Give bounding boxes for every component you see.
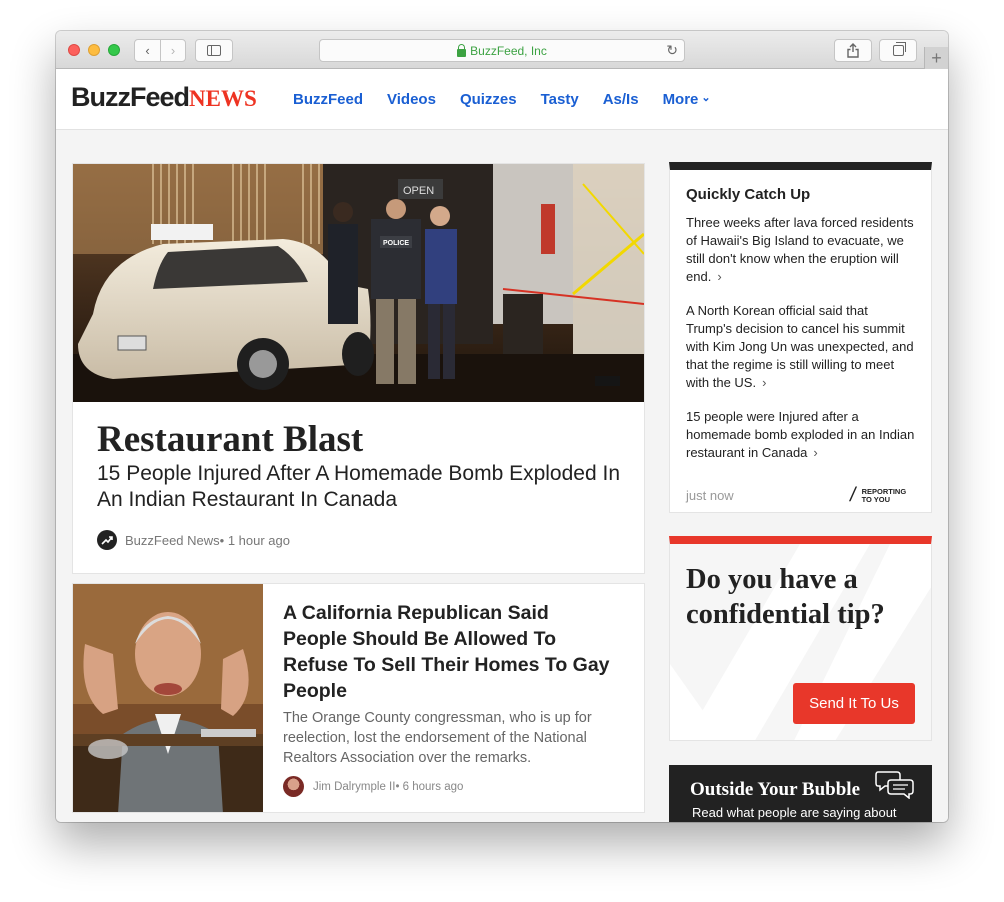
chevron-right-icon: › xyxy=(170,43,176,58)
reload-icon[interactable]: ↻ xyxy=(666,42,678,59)
address-bar[interactable]: BuzzFeed, Inc ↻ xyxy=(319,39,685,62)
catchup-item[interactable]: A North Korean official said that Trump'… xyxy=(686,302,916,392)
share-icon xyxy=(847,43,859,58)
back-button[interactable]: ‹ xyxy=(135,40,160,61)
feature-subtitle[interactable]: 15 People Injured After A Homemade Bomb … xyxy=(97,461,627,513)
feature-source[interactable]: BuzzFeed News xyxy=(125,533,220,548)
history-nav: ‹ › xyxy=(134,39,186,62)
reporting-label: REPORTING TO YOU xyxy=(861,487,907,504)
nav-tasty[interactable]: Tasty xyxy=(541,91,579,108)
catchup-heading: Quickly Catch Up xyxy=(686,186,811,203)
url-text: BuzzFeed, Inc xyxy=(470,43,547,58)
sidebar-toggle-button[interactable] xyxy=(195,39,233,62)
feature-story-card[interactable]: OPEN POLICE Restaurant Blast 15 People I… xyxy=(72,163,645,574)
logo-main: BuzzFeed xyxy=(71,82,190,112)
sidebar-icon xyxy=(207,45,221,56)
close-window-button[interactable] xyxy=(68,44,80,56)
catchup-item[interactable]: 15 people were Injured after a homemade … xyxy=(686,408,916,462)
feature-title[interactable]: Restaurant Blast xyxy=(97,418,363,461)
outside-your-bubble-card[interactable]: Outside Your Bubble Read what people are… xyxy=(669,765,932,822)
nav-videos[interactable]: Videos xyxy=(387,91,436,108)
story-card[interactable]: A California Republican Said People Shou… xyxy=(72,583,645,813)
story-byline: Jim Dalrymple II • 6 hours ago xyxy=(283,776,463,797)
reporting-line-2: TO YOU xyxy=(861,494,891,504)
new-tab-button[interactable]: + xyxy=(924,47,948,69)
feature-image[interactable]: OPEN POLICE xyxy=(73,164,644,402)
chevron-right-icon: › xyxy=(813,445,818,460)
tip-title: Do you have a confidential tip? xyxy=(686,564,885,630)
lock-icon xyxy=(457,43,467,57)
bubble-title: Outside Your Bubble xyxy=(690,779,860,800)
title-bar: ‹ › BuzzFeed, Inc ↻ + xyxy=(56,31,948,69)
chevron-left-icon: ‹ xyxy=(145,43,150,58)
site-header: BuzzFeedNEWS BuzzFeed Videos Quizzes Tas… xyxy=(56,69,948,130)
author-avatar[interactable] xyxy=(283,776,304,797)
browser-window: ‹ › BuzzFeed, Inc ↻ + BuzzFeedNEWS BuzzF… xyxy=(56,31,948,822)
feature-photo: OPEN POLICE xyxy=(73,164,644,402)
buzzfeed-news-logo[interactable]: BuzzFeedNEWS xyxy=(71,82,257,113)
chat-bubbles-icon xyxy=(875,771,914,799)
catchup-item[interactable]: Three weeks after lava forced residents … xyxy=(686,214,916,286)
share-button[interactable] xyxy=(834,39,872,62)
open-sign: OPEN xyxy=(403,185,434,197)
quickly-catch-up-widget: Quickly Catch Up Three weeks after lava … xyxy=(669,162,932,513)
reporting-to-you-logo[interactable]: / REPORTING TO YOU xyxy=(848,484,907,507)
logo-sub: NEWS xyxy=(189,86,257,111)
story-author[interactable]: Jim Dalrymple II xyxy=(313,781,395,793)
main-content: OPEN POLICE Restaurant Blast 15 People I… xyxy=(56,131,948,822)
show-tabs-button[interactable] xyxy=(879,39,917,62)
main-nav: BuzzFeed Videos Quizzes Tasty As/Is More xyxy=(293,91,735,108)
nav-quizzes[interactable]: Quizzes xyxy=(460,91,517,108)
nav-buzzfeed[interactable]: BuzzFeed xyxy=(293,91,363,108)
tabs-icon xyxy=(892,42,906,56)
chevron-right-icon: › xyxy=(717,269,722,284)
story-image[interactable] xyxy=(73,584,263,812)
forward-button[interactable]: › xyxy=(159,40,185,61)
catchup-timestamp: just now xyxy=(686,488,734,503)
story-time: • 6 hours ago xyxy=(395,780,464,793)
story-photo xyxy=(73,584,263,812)
story-title[interactable]: A California Republican Said People Shou… xyxy=(283,600,613,704)
police-vest-label: POLICE xyxy=(383,240,409,247)
story-description: The Orange County congressman, who is up… xyxy=(283,710,592,766)
zoom-window-button[interactable] xyxy=(108,44,120,56)
nav-as-is[interactable]: As/Is xyxy=(603,91,639,108)
catchup-item-text: 15 people were Injured after a homemade … xyxy=(686,409,915,460)
bubble-subtitle: Read what people are saying about xyxy=(692,805,897,820)
confidential-tip-card: Do you have a confidential tip? Send It … xyxy=(669,536,932,741)
feature-time: • 1 hour ago xyxy=(219,532,290,548)
catchup-item-text: A North Korean official said that Trump'… xyxy=(686,303,914,390)
chevron-right-icon: › xyxy=(762,375,767,390)
minimize-window-button[interactable] xyxy=(88,44,100,56)
trending-icon xyxy=(97,530,117,550)
nav-more[interactable]: More xyxy=(663,91,711,108)
send-tip-button[interactable]: Send It To Us xyxy=(793,683,915,724)
slash-icon: / xyxy=(848,484,858,506)
feature-byline: BuzzFeed News • 1 hour ago xyxy=(97,530,290,550)
